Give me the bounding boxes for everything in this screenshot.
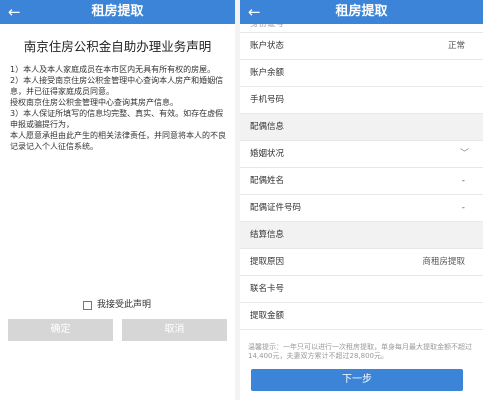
account-status-row: 账户状态 正常 (240, 33, 483, 60)
agree-label: 我接受此声明 (97, 300, 152, 310)
spouse-id-row: 配偶证件号码 - (240, 195, 483, 222)
agree-checkbox[interactable] (83, 300, 92, 310)
row-label: 账户状态 (250, 41, 285, 51)
account-balance-row: 账户余额 (240, 60, 483, 87)
row-value: 正常 (447, 41, 465, 51)
app-bar: ← 租房提取 (0, 0, 235, 24)
declaration-paragraph: 1）本人及本人家庭成员在本市区内无具有所有权的房屋。 (10, 65, 216, 74)
row-value: - (461, 176, 465, 186)
row-value: - (461, 203, 465, 213)
declaration-paragraph: 2）本人接受南京住房公积金管理中心查询本人房产和婚姻信息，并已征得家庭成员同意。 (10, 76, 224, 96)
row-value: 商租房提取 (422, 257, 465, 267)
section-label: 配偶信息 (250, 122, 285, 132)
withdrawal-amount-field[interactable]: 提取金额 (240, 303, 483, 330)
row-label: 婚姻状况 (250, 149, 285, 159)
row-label: 手机号码 (250, 95, 285, 105)
phone-row[interactable]: 手机号码 (240, 87, 483, 114)
row-label: 联名卡号 (250, 284, 285, 294)
cancel-button[interactable]: 取消 (122, 319, 227, 341)
id-number-row: 身份证号 (240, 24, 483, 33)
card-number-field[interactable]: 联名卡号 (240, 276, 483, 303)
declaration-panel: ← 租房提取 南京住房公积金自助办理业务声明 1）本人及本人家庭成员在本市区内无… (0, 0, 235, 400)
row-label: 账户余额 (250, 68, 285, 78)
row-label: 提取原因 (250, 257, 285, 267)
agree-checkbox-row[interactable]: 我接受此声明 (83, 299, 151, 311)
declaration-paragraph: 本人愿意承担由此产生的相关法律责任，并同意将本人的不良记录记入个人征信系统。 (10, 131, 226, 151)
declaration-content: 1）本人及本人家庭成员在本市区内无具有所有权的房屋。 2）本人接受南京住房公积金… (10, 64, 227, 152)
page-title: 租房提取 (335, 4, 388, 19)
declaration-paragraph: 授权南京住房公积金管理中心查询其房产信息。 (10, 98, 178, 107)
confirm-button[interactable]: 确定 (8, 319, 113, 341)
spouse-section-header: 配偶信息 (240, 114, 483, 141)
row-label: 配偶证件号码 (250, 203, 302, 213)
section-label: 结算信息 (250, 230, 285, 240)
declaration-heading: 南京住房公积金自助办理业务声明 (23, 39, 212, 54)
marital-status-select[interactable]: 婚姻状况 ﹀ (240, 141, 483, 168)
settlement-section-header: 结算信息 (240, 222, 483, 249)
row-label: 提取金额 (250, 311, 285, 321)
withdrawal-reason-row[interactable]: 提取原因 商租房提取 (240, 249, 483, 276)
withdrawal-form-panel: 身份证号 账户状态 正常 账户余额 手机号码 配偶信息 婚姻状况 ﹀ 配偶姓名 … (240, 0, 483, 400)
tip-note: 温馨提示：一年只可以进行一次租房提取，单身每月最大提取金额不超过14,400元，… (248, 343, 472, 360)
app-bar: ← 租房提取 (240, 0, 483, 24)
declaration-paragraph: 3）本人保证所填写的信息均完整、真实、有效。如存在虚假申报或骗提行为， (10, 109, 224, 129)
spouse-name-row: 配偶姓名 - (240, 168, 483, 195)
chevron-down-icon[interactable]: ﹀ (460, 141, 469, 167)
page-title: 租房提取 (91, 4, 144, 19)
form-rows: 身份证号 账户状态 正常 账户余额 手机号码 配偶信息 婚姻状况 ﹀ 配偶姓名 … (240, 24, 483, 330)
row-label: 配偶姓名 (250, 176, 285, 186)
next-button[interactable]: 下一步 (251, 369, 463, 391)
row-label: 身份证号 (250, 24, 285, 29)
